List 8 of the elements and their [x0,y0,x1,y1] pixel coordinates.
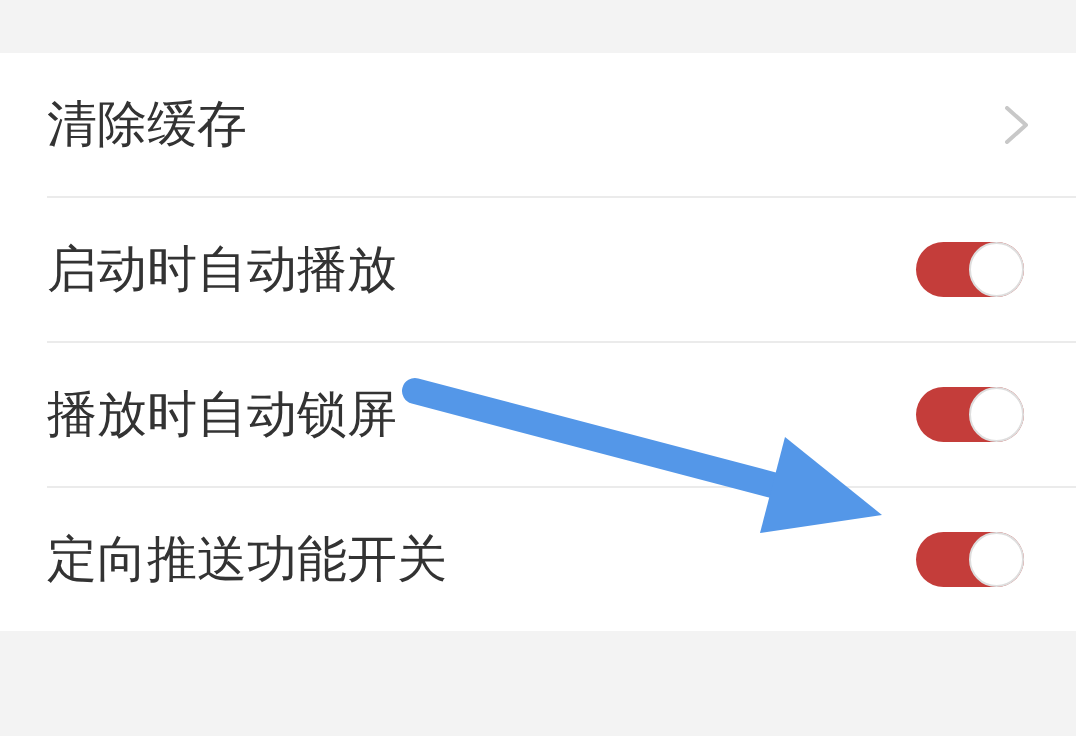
setting-label: 定向推送功能开关 [47,532,447,587]
toggle-switch[interactable] [916,532,1024,587]
setting-label: 启动时自动播放 [47,242,397,297]
menu-item-label[interactable]: 清除缓存 [47,97,247,152]
chevron-right-icon [1004,105,1030,144]
toggle-switch[interactable] [916,242,1024,297]
setting-label: 播放时自动锁屏 [47,387,397,442]
toggle-switch[interactable] [916,387,1024,442]
